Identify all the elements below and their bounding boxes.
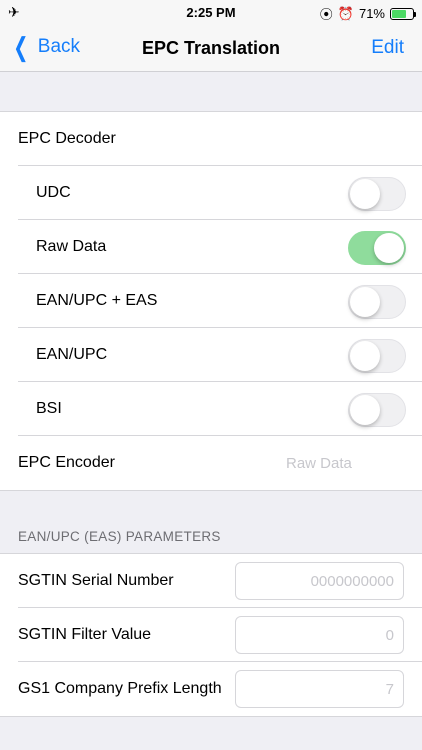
option-label: Raw Data bbox=[36, 238, 107, 255]
serial-number-row: SGTIN Serial Number bbox=[0, 554, 422, 608]
prefix-length-input[interactable] bbox=[235, 670, 404, 708]
battery-percent: 71% bbox=[358, 6, 385, 21]
filter-value-input[interactable] bbox=[235, 616, 404, 654]
prefix-length-label: GS1 Company Prefix Length bbox=[18, 680, 222, 697]
decoder-group: EPC Decoder UDC Raw Data EAN/UPC + EAS E… bbox=[0, 111, 422, 491]
encoder-value[interactable]: Raw Data bbox=[286, 455, 352, 472]
ean-upc-eas-toggle[interactable] bbox=[348, 285, 406, 319]
navigation-bar: ❮ Back EPC Translation Edit bbox=[0, 24, 422, 72]
edit-button[interactable]: Edit bbox=[371, 37, 404, 59]
decoder-option-ean-upc: EAN/UPC bbox=[0, 328, 422, 382]
orientation-lock-icon: ⦿ bbox=[319, 7, 333, 22]
encoder-label: EPC Encoder bbox=[18, 454, 115, 471]
option-label: UDC bbox=[36, 184, 71, 201]
decoder-title: EPC Decoder bbox=[18, 130, 116, 147]
option-label: EAN/UPC bbox=[36, 346, 108, 363]
decoder-option-raw-data: Raw Data bbox=[0, 220, 422, 274]
encoder-row[interactable]: EPC Encoder Raw Data bbox=[0, 436, 422, 490]
params-section-header: EAN/UPC (EAS) PARAMETERS bbox=[18, 529, 221, 544]
ean-upc-toggle[interactable] bbox=[348, 339, 406, 373]
battery-icon bbox=[390, 7, 416, 20]
status-right: ⦿ ⏰ 71% bbox=[319, 4, 416, 23]
filter-value-label: SGTIN Filter Value bbox=[18, 626, 152, 643]
raw-data-toggle[interactable] bbox=[348, 231, 406, 265]
decoder-option-bsi: BSI bbox=[0, 382, 422, 436]
bsi-toggle[interactable] bbox=[348, 393, 406, 427]
page-title: EPC Translation bbox=[141, 38, 281, 58]
decoder-header-row: EPC Decoder bbox=[0, 112, 422, 166]
top-spacer bbox=[0, 72, 422, 111]
option-label: BSI bbox=[36, 400, 62, 417]
serial-number-label: SGTIN Serial Number bbox=[18, 572, 174, 589]
decoder-option-ean-upc-eas: EAN/UPC + EAS bbox=[0, 274, 422, 328]
decoder-option-udc: UDC bbox=[0, 166, 422, 220]
params-group: SGTIN Serial Number SGTIN Filter Value G… bbox=[0, 553, 422, 717]
option-label: EAN/UPC + EAS bbox=[36, 292, 158, 309]
alarm-icon: ⏰ bbox=[337, 5, 354, 21]
filter-value-row: SGTIN Filter Value bbox=[0, 608, 422, 662]
udc-toggle[interactable] bbox=[348, 177, 406, 211]
status-bar: ✈ 2:25 PM ⦿ ⏰ 71% bbox=[0, 0, 422, 24]
prefix-length-row: GS1 Company Prefix Length bbox=[0, 662, 422, 716]
serial-number-input[interactable] bbox=[235, 562, 404, 600]
